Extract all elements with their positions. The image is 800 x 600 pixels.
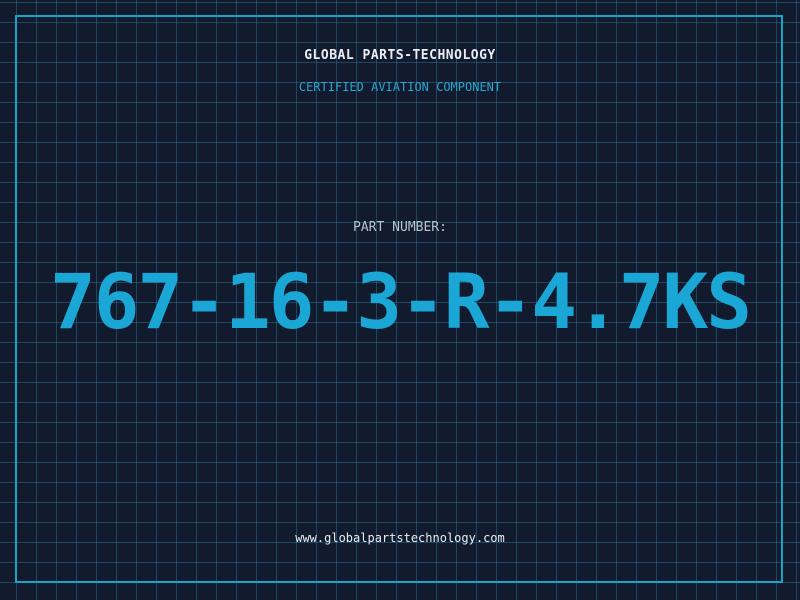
- part-number-label: PART NUMBER:: [353, 220, 447, 235]
- website-url: www.globalpartstechnology.com: [295, 531, 505, 545]
- part-number-value: 767-16-3-R-4.7KS: [49, 257, 752, 346]
- company-name: GLOBAL PARTS-TECHNOLOGY: [304, 48, 496, 63]
- certification-subtitle: CERTIFIED AVIATION COMPONENT: [298, 80, 502, 94]
